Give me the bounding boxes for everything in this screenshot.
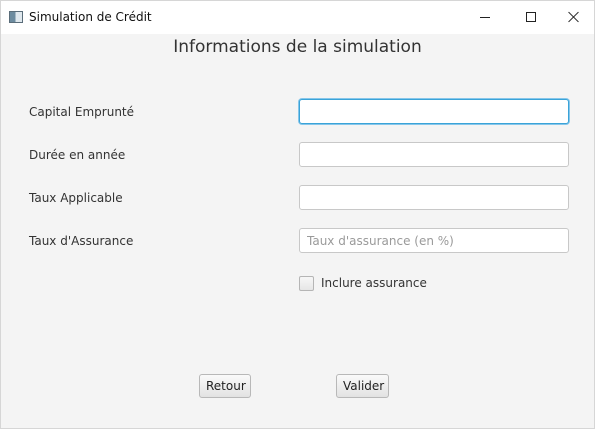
capital-label: Capital Emprunté	[29, 105, 135, 119]
submit-button[interactable]: Valider	[336, 374, 389, 398]
window-title: Simulation de Crédit	[29, 10, 152, 24]
close-icon	[568, 11, 580, 23]
rate-input[interactable]	[299, 185, 569, 210]
duration-input[interactable]	[299, 142, 569, 167]
insurance-rate-label: Taux d'Assurance	[29, 234, 134, 248]
capital-input[interactable]	[299, 99, 569, 124]
minimize-icon	[480, 17, 490, 18]
page-title: Informations de la simulation	[173, 37, 422, 57]
duration-label: Durée en année	[29, 148, 126, 162]
close-button[interactable]	[554, 1, 594, 34]
maximize-button[interactable]	[508, 1, 554, 34]
insurance-rate-input[interactable]	[299, 228, 569, 253]
include-insurance-label[interactable]: Inclure assurance	[321, 276, 427, 290]
back-button[interactable]: Retour	[199, 374, 251, 398]
maximize-icon	[526, 12, 536, 22]
rate-label: Taux Applicable	[29, 191, 123, 205]
title-bar[interactable]: Simulation de Crédit	[1, 1, 594, 34]
app-window: Simulation de Crédit Informations de la …	[0, 0, 595, 429]
minimize-button[interactable]	[462, 1, 508, 34]
include-insurance-checkbox[interactable]	[299, 276, 314, 291]
java-app-icon	[9, 11, 23, 23]
